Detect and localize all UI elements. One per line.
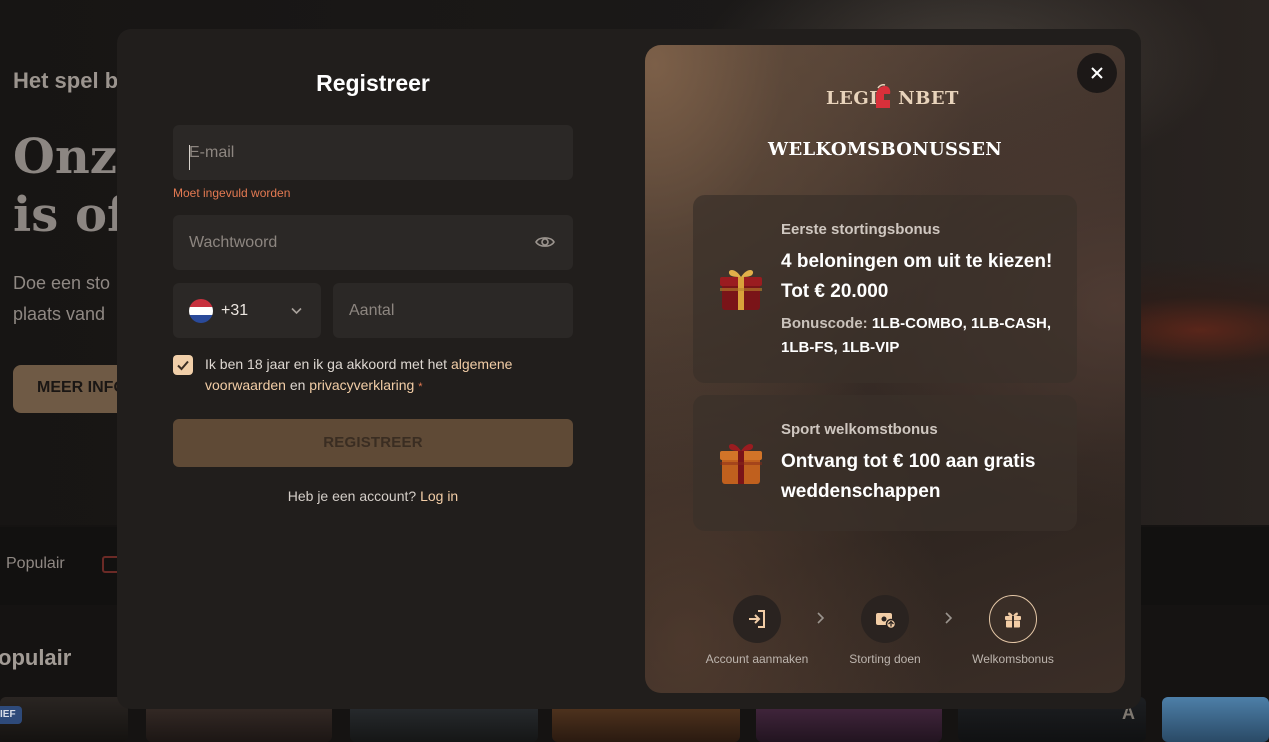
- logo-text-right: NBET: [898, 88, 959, 109]
- hero-text-line-1: Doe een sto: [13, 273, 111, 293]
- bonus-heading-line-1: Ontvang tot € 100 aan gratis: [781, 451, 1036, 472]
- bonus-heading: Ontvang tot € 100 aan gratis weddenschap…: [781, 447, 1066, 507]
- hero-title-line-1: Onze: [13, 129, 123, 185]
- email-field[interactable]: [173, 125, 573, 180]
- section-title: opulair: [0, 645, 72, 670]
- hero-subtitle: Het spel b: [13, 68, 119, 93]
- hero-title: Onze is off: [13, 128, 123, 244]
- text-caret: [189, 145, 190, 170]
- deposit-icon: [876, 613, 896, 630]
- gift-box-icon: [716, 438, 766, 488]
- register-button[interactable]: REGISTREER: [173, 419, 573, 467]
- gift-icon: [1005, 612, 1021, 628]
- step-deposit: [861, 595, 909, 643]
- close-button[interactable]: [1077, 53, 1117, 93]
- bonus-heading: 4 beloningen om uit te kiezen! Tot € 20.…: [781, 247, 1066, 307]
- login-icon: [749, 610, 765, 628]
- game-tile[interactable]: [1162, 697, 1269, 742]
- gift-box-icon: [716, 264, 766, 314]
- step-account: [733, 595, 781, 643]
- hero-title-line-2: is off: [13, 187, 123, 243]
- bonus-code: Bonuscode: 1LB-COMBO, 1LB-CASH, 1LB-FS, …: [781, 312, 1071, 360]
- login-prompt-row: Heb je een account? Log in: [117, 488, 629, 504]
- terms-prefix: Ik ben 18 jaar en ik ga akkoord met het: [205, 356, 451, 372]
- step-welcome-bonus: [989, 595, 1037, 643]
- netherlands-flag-icon: [189, 299, 213, 323]
- checkmark-icon: [177, 360, 189, 371]
- email-input[interactable]: [173, 125, 573, 180]
- login-link[interactable]: Log in: [420, 488, 458, 504]
- bonus-kicker: Eerste stortingsbonus: [781, 221, 941, 238]
- welcome-bonus-title: WELKOMSBONUSSEN: [767, 139, 1002, 160]
- terms-checkbox[interactable]: [173, 355, 193, 375]
- terms-text: Ik ben 18 jaar en ik ga akkoord met het …: [205, 354, 535, 398]
- step-label: Account aanmaken: [705, 652, 809, 666]
- eye-icon[interactable]: [535, 232, 555, 252]
- nav-item-populair[interactable]: Populair: [6, 555, 65, 573]
- required-marker: *: [418, 381, 423, 393]
- step-label: Storting doen: [849, 652, 921, 666]
- privacy-link[interactable]: privacyverklaring: [309, 377, 414, 393]
- email-error: Moet ingevuld worden: [173, 186, 291, 200]
- game-badge: IEF: [0, 706, 22, 724]
- bonus-heading-line-2: weddenschappen: [781, 481, 941, 502]
- bonus-heading-line-2: Tot € 20.000: [781, 281, 889, 302]
- chevron-right-icon: [944, 611, 954, 625]
- hero-text: Doe een sto plaats vand: [13, 268, 123, 330]
- password-field[interactable]: [173, 215, 573, 270]
- logo-text-left: LEGI: [826, 88, 879, 109]
- helmet-icon: [873, 84, 893, 110]
- close-icon: [1091, 67, 1103, 79]
- bonus-code-label: Bonuscode:: [781, 315, 872, 332]
- password-input[interactable]: [173, 215, 573, 270]
- phone-field[interactable]: [333, 283, 573, 338]
- country-code-label: +31: [221, 302, 249, 319]
- terms-and: en: [285, 377, 310, 393]
- hero-text-line-2: plaats vand: [13, 304, 106, 324]
- bonus-heading-line-1: 4 beloningen om uit te kiezen!: [781, 251, 1053, 272]
- chevron-down-icon: [290, 304, 303, 317]
- register-title: Registreer: [316, 70, 430, 96]
- step-label: Welkomsbonus: [972, 652, 1054, 666]
- bonus-kicker: Sport welkomstbonus: [781, 421, 938, 438]
- phone-input[interactable]: [333, 283, 573, 338]
- login-prompt: Heb je een account?: [287, 488, 421, 504]
- more-info-button[interactable]: MEER INFO: [13, 365, 133, 413]
- chevron-right-icon: [816, 611, 826, 625]
